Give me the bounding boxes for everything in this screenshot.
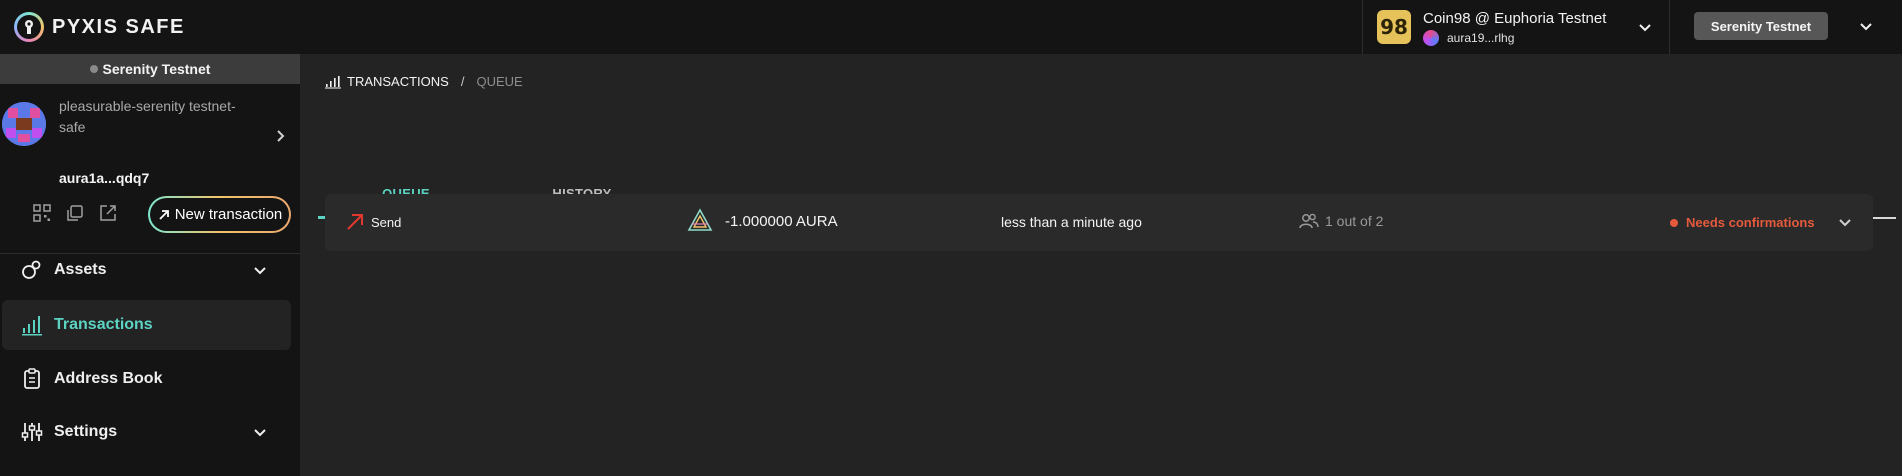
status-dot xyxy=(1670,218,1678,227)
chevron-down-icon[interactable] xyxy=(252,424,268,440)
new-transaction-label: New transaction xyxy=(174,206,283,223)
transaction-type: Send xyxy=(345,212,401,232)
wallet-name: Coin98 @ Euphoria Testnet xyxy=(1423,10,1607,27)
wallet-selector[interactable]: 98 Coin98 @ Euphoria Testnet aura19...rl… xyxy=(1362,0,1670,54)
transaction-amount-value: -1.000000 AURA xyxy=(725,212,838,230)
sidebar-item-transactions[interactable]: Transactions xyxy=(2,300,291,350)
chevron-right-icon[interactable] xyxy=(272,128,288,144)
chevron-down-icon[interactable] xyxy=(1837,214,1853,230)
breadcrumb-separator: / xyxy=(460,74,465,89)
qr-code-icon[interactable] xyxy=(32,203,52,223)
network-button[interactable]: Serenity Testnet xyxy=(1694,12,1828,40)
copy-icon[interactable] xyxy=(65,203,85,223)
status-badge: Needs confirmations xyxy=(1686,215,1815,230)
app-logo-text: PYXIS SAFE xyxy=(52,15,185,38)
main-content: TRANSACTIONS / QUEUE QUEUE HISTORY Send … xyxy=(300,54,1902,476)
sidebar-item-label: Address Book xyxy=(54,370,163,387)
sidebar-item-settings[interactable]: Settings xyxy=(2,407,291,457)
aura-token-icon xyxy=(687,208,713,231)
breadcrumb: TRANSACTIONS / QUEUE xyxy=(325,74,523,89)
sidebar-item-label: Settings xyxy=(54,423,118,440)
chevron-down-icon[interactable] xyxy=(1858,18,1874,34)
wallet-address: aura19...rlhg xyxy=(1447,31,1515,45)
transaction-row[interactable]: Send -1.000000 AURA less than a minute a… xyxy=(325,194,1873,251)
chevron-down-icon[interactable] xyxy=(252,262,268,278)
transaction-signers: 1 out of 2 xyxy=(1299,212,1383,230)
sidebar-item-label: Transactions xyxy=(54,316,153,333)
transaction-amount: -1.000000 AURA xyxy=(687,208,838,234)
top-bar: PYXIS SAFE 98 Coin98 @ Euphoria Testnet … xyxy=(0,0,1902,54)
send-arrow-icon xyxy=(347,214,363,230)
users-icon xyxy=(1299,213,1319,229)
sidebar-item-assets[interactable]: Assets xyxy=(2,245,291,295)
safe-address: aura1a...qdq7 xyxy=(59,170,150,186)
arrow-up-right-icon xyxy=(159,209,169,220)
sidebar-item-address-book[interactable]: Address Book xyxy=(2,354,291,404)
breadcrumb-section[interactable]: TRANSACTIONS xyxy=(347,74,449,89)
transaction-time: less than a minute ago xyxy=(1001,214,1142,230)
transaction-status: Needs confirmations xyxy=(1670,215,1815,230)
new-transaction-button[interactable]: New transaction xyxy=(148,196,291,233)
assets-icon xyxy=(22,260,41,279)
breadcrumb-current: QUEUE xyxy=(476,74,523,89)
address-book-icon xyxy=(24,368,40,389)
sidebar-item-label: Assets xyxy=(54,261,107,278)
transaction-signers-count: 1 out of 2 xyxy=(1325,213,1384,229)
safe-info: pleasurable-serenity testnet-safe aura1a… xyxy=(0,84,300,254)
chevron-down-icon[interactable] xyxy=(1637,19,1653,35)
sidebar: Serenity Testnet pleasurable-serenity te… xyxy=(0,54,300,476)
transactions-icon xyxy=(325,75,341,88)
safe-avatar xyxy=(2,102,46,146)
safe-name: pleasurable-serenity testnet-safe xyxy=(59,98,236,135)
pyxis-logo-icon xyxy=(14,12,44,42)
external-link-icon[interactable] xyxy=(98,203,118,223)
sidebar-network-name: Serenity Testnet xyxy=(102,61,211,77)
sidebar-network-label: Serenity Testnet xyxy=(0,54,300,84)
app-logo[interactable]: PYXIS SAFE xyxy=(14,12,185,42)
transaction-type-label: Send xyxy=(371,214,402,230)
wallet-avatar xyxy=(1423,30,1439,46)
settings-icon xyxy=(21,423,43,441)
transactions-icon xyxy=(22,316,42,336)
network-status-dot xyxy=(89,65,98,73)
coin98-wallet-icon: 98 xyxy=(1377,10,1411,44)
